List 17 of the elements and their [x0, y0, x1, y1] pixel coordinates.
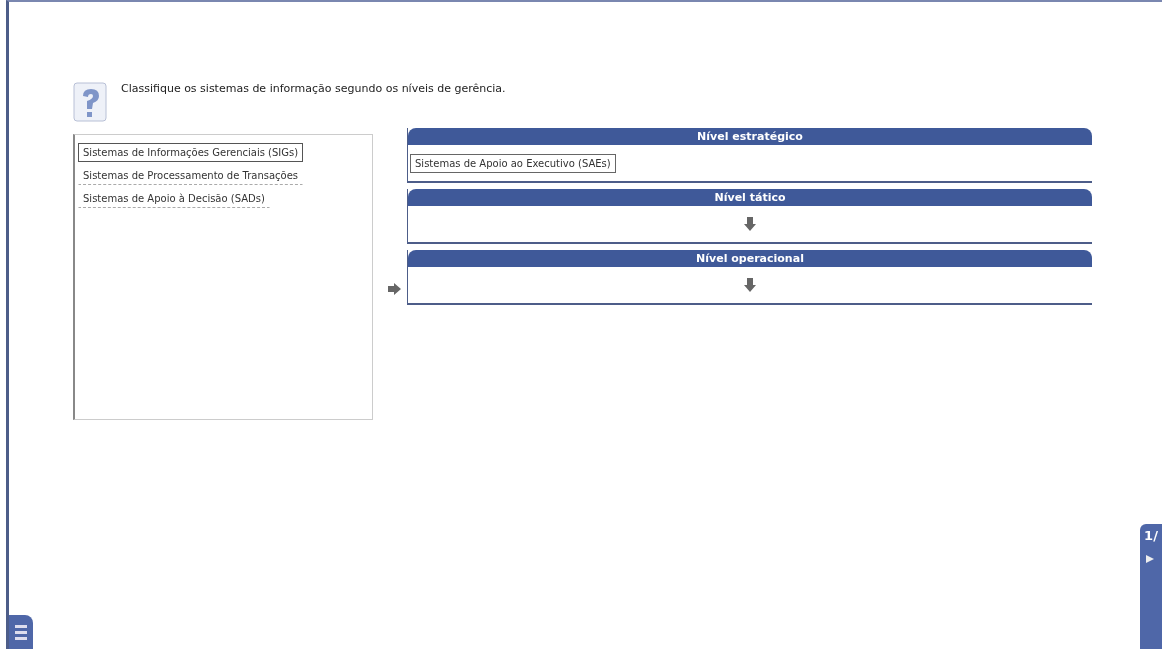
level-drop-zone[interactable]: Nível operacional	[407, 250, 1092, 305]
down-arrow-icon	[744, 278, 756, 292]
level-drop-zone[interactable]: Nível estratégico Sistemas de Apoio ao Executivo (SAEs)	[407, 128, 1092, 183]
level-header: Nível operacional	[408, 250, 1092, 267]
placed-option[interactable]: Sistemas de Apoio ao Executivo (SAEs)	[410, 153, 616, 173]
draggable-option[interactable]: Sistemas de Processamento de Transações	[78, 166, 304, 185]
down-arrow-icon	[744, 217, 756, 231]
page-nav-tab[interactable]: 1/	[1140, 524, 1162, 649]
question-text: Classifique os sistemas de informação segundo os níveis de gerência.	[121, 82, 506, 95]
draggable-option[interactable]: Sistemas de Informações Gerenciais (SIGs)	[78, 143, 304, 162]
level-drop-zone[interactable]: Nível tático	[407, 189, 1092, 244]
level-header: Nível tático	[408, 189, 1092, 206]
notes-icon[interactable]	[9, 615, 33, 649]
pointer-arrow-icon	[387, 282, 401, 295]
draggable-option[interactable]: Sistemas de Apoio à Decisão (SADs)	[78, 189, 270, 208]
level-header: Nível estratégico	[408, 128, 1092, 145]
question-icon	[73, 82, 107, 122]
